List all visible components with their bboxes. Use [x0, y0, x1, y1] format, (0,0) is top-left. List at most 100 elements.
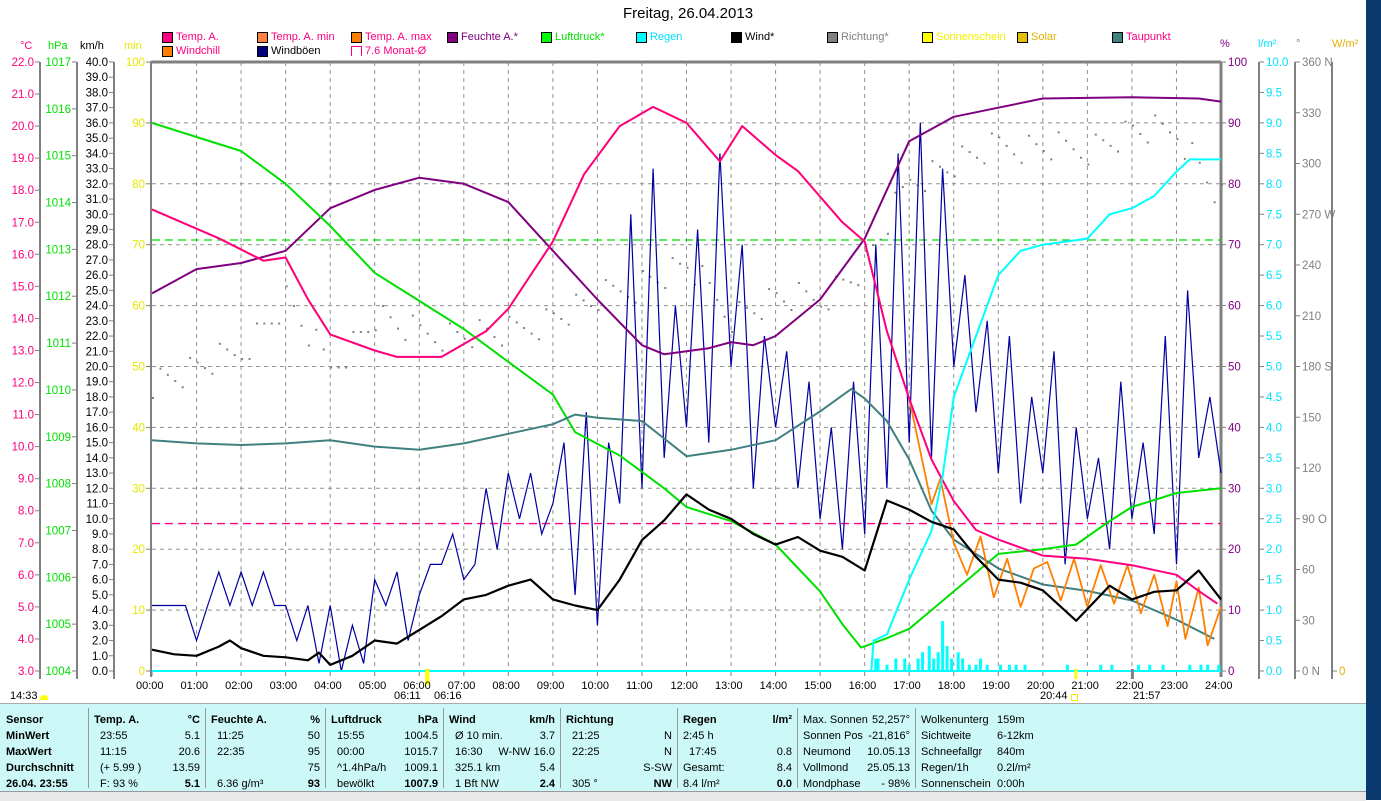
axis-tick-label: 20.0 [86, 362, 108, 374]
axis-tick-label: 330 [1302, 108, 1321, 120]
direction-dot [426, 332, 429, 335]
direction-dot [270, 322, 273, 325]
axis-tick-label: 15.0 [86, 438, 108, 450]
table-cell-value: 6-12km [997, 730, 1034, 742]
direction-dot [530, 332, 533, 335]
direction-dot [671, 257, 674, 260]
table-cell-label: Max. Sonnen [803, 714, 868, 726]
table-cell-label: bewölkt [337, 778, 375, 790]
direction-dot [604, 279, 607, 282]
axis-tick-label: 18.0 [12, 185, 34, 197]
axis-tick-label: 2.0 [92, 636, 108, 648]
direction-dot [374, 329, 377, 332]
direction-dot [619, 290, 622, 293]
x-tick-label: 02:00 [225, 680, 253, 692]
direction-dot [842, 278, 845, 281]
direction-dot [894, 191, 897, 194]
axis-tick-label: 8.0 [92, 544, 108, 556]
axis-tick-label: 9.0 [92, 529, 108, 541]
axis-tick-label: 1015 [45, 151, 71, 163]
rain-bar [941, 621, 945, 671]
axis-tick-label: 150 [1302, 412, 1321, 424]
table-cell-label: Sonnenschein [921, 778, 991, 790]
axis-tick-label: 6.0 [92, 575, 108, 587]
table-cell-label: 6.36 g/m³ [217, 778, 264, 790]
rain-bar [927, 646, 931, 671]
axis-tick-label: 1.0 [92, 651, 108, 663]
table-cell-label: Ø 10 min. [455, 730, 503, 742]
table-cell-label: 1 Bft NW [455, 778, 500, 790]
table-cell-value: N [664, 746, 672, 758]
direction-dot [968, 151, 971, 154]
axis-tick-label: 40.0 [86, 57, 108, 69]
table-cell-value: 0.0 [776, 778, 792, 790]
x-tick-label: 09:00 [536, 680, 565, 692]
direction-dot [790, 308, 793, 311]
table-row: Sonnen Pos -21,816° [803, 730, 910, 746]
direction-dot [441, 349, 444, 352]
axis-tick-label: 37.0 [86, 103, 108, 115]
axis-tick-label: 1005 [45, 619, 71, 631]
table-cell-value: 840m [997, 746, 1025, 758]
axis-tick-label: 7.0 [1266, 240, 1282, 252]
axis-tick-label: 80 [132, 179, 145, 191]
table-row: 15:55 1004.5 [331, 730, 438, 746]
table-cell-value: 75 [307, 762, 320, 774]
rain-bar [876, 658, 880, 671]
axis-tick-label: 6.5 [1266, 270, 1282, 282]
moon-icon [1071, 694, 1078, 701]
table-column-regen: Regen l/m² 2:45 h 17:45 0.8 Gesamt: 8.4 8.4 l/m… [677, 708, 798, 790]
rain-bar [978, 658, 982, 671]
direction-dot [1094, 133, 1097, 136]
direction-dot [797, 281, 800, 284]
direction-dot [1191, 142, 1194, 145]
axis-tick-label: 30 [1228, 483, 1241, 495]
table-cell-value: 95 [307, 746, 320, 758]
table-cell-value: 10.05.13 [867, 746, 910, 758]
table-cell-value: 2.4 [539, 778, 555, 790]
table-row: ^1.4hPa/h 1009.1 [331, 762, 438, 778]
direction-dot [285, 285, 288, 288]
direction-dot [345, 366, 348, 369]
table-cell-label: 00:00 [337, 746, 365, 758]
direction-dot [419, 324, 422, 327]
direction-dot [166, 373, 169, 376]
axis-tick-label: 4.5 [1266, 392, 1282, 404]
direction-dot [463, 337, 466, 340]
direction-dot [1221, 183, 1223, 186]
direction-dot [337, 366, 340, 369]
axis-tick-label: 24.0 [86, 301, 108, 313]
axis-tick-label: 10 [1228, 605, 1241, 617]
x-tick-label: 11:00 [625, 680, 653, 692]
axis-tick-label: 6.0 [1266, 301, 1282, 313]
axis-tick-label: 1008 [45, 479, 71, 491]
axis-tick-label: 20.0 [12, 121, 34, 133]
axis-tick-label: 3.0 [18, 666, 34, 678]
axis-tick-label: 16.0 [86, 422, 108, 434]
direction-dot [1154, 114, 1157, 117]
axis-tick-label: 9.0 [1266, 118, 1282, 130]
axis-tick-label: 11.0 [86, 499, 108, 511]
axis-tick-label: 7.0 [18, 538, 34, 550]
axis-tick-label: 34.0 [86, 148, 108, 160]
table-row: 00:00 1015.7 [331, 746, 438, 762]
axis-tick-label: 13.0 [86, 468, 108, 480]
rain-bar [903, 658, 907, 671]
direction-dot [990, 132, 993, 135]
direction-dot [1176, 138, 1179, 141]
axis-tick-label: 70 [132, 240, 145, 252]
direction-dot [701, 265, 704, 267]
table-cell-label: 21:25 [572, 730, 600, 742]
x-tick-label: 21:00 [1071, 680, 1099, 692]
direction-dot [582, 299, 585, 302]
direction-dot [924, 190, 927, 193]
direction-dot [857, 284, 860, 287]
axis-tick-label: 22.0 [86, 331, 108, 343]
table-cell: Durchschnitt [6, 762, 74, 774]
sunrise-time-2: 06:16 [434, 690, 462, 702]
direction-dot [293, 305, 296, 308]
table-row: Ø 10 min. 3.7 [449, 730, 555, 746]
axis-tick-label: 3.5 [1266, 453, 1282, 465]
table-column-extra: Wolkenunterg 159m Sichtweite 6-12km Schneefa… [915, 708, 1040, 790]
rain-bar [945, 646, 949, 671]
